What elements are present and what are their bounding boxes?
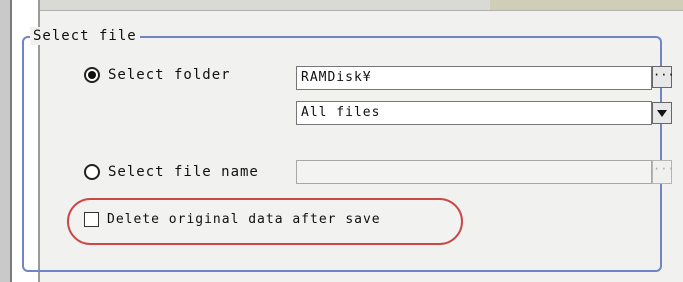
left-divider-line [10, 0, 12, 282]
delete-original-label: Delete original data after save [107, 212, 381, 227]
file-type-select[interactable]: All files [296, 101, 652, 125]
group-title: Select file [30, 27, 140, 45]
folder-path-field[interactable]: RAMDisk¥ [296, 66, 652, 90]
file-name-field[interactable] [296, 160, 652, 184]
select-file-name-option[interactable]: Select file name [84, 164, 259, 180]
left-panel-strip [0, 0, 10, 282]
top-accent-strip [490, 0, 683, 10]
select-file-name-label: Select file name [108, 164, 259, 180]
folder-browse-button[interactable]: ··· [652, 66, 675, 88]
delete-original-checkbox[interactable] [84, 212, 99, 227]
select-folder-option[interactable]: Select folder [84, 67, 231, 83]
chevron-down-icon[interactable] [652, 102, 672, 124]
folder-path-value: RAMDisk¥ [301, 70, 372, 85]
file-name-browse-button[interactable]: ··· [652, 160, 675, 184]
delete-original-option[interactable]: Delete original data after save [84, 212, 381, 227]
select-file-name-radio[interactable] [84, 164, 100, 180]
select-folder-label: Select folder [108, 67, 231, 83]
file-type-value: All files [301, 105, 381, 120]
select-folder-radio[interactable] [84, 67, 100, 83]
